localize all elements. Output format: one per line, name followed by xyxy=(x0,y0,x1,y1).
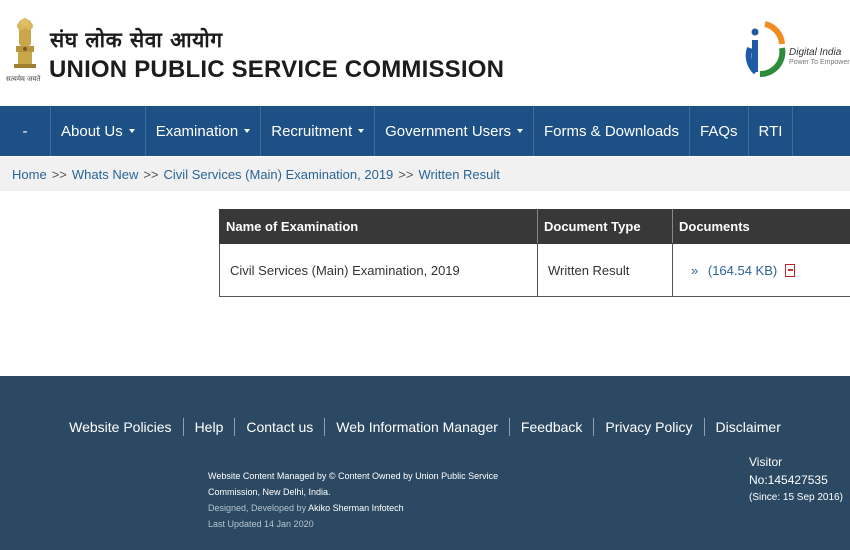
breadcrumb-current[interactable]: Written Result xyxy=(418,167,499,182)
site-title-english: UNION PUBLIC SERVICE COMMISSION xyxy=(49,56,505,83)
breadcrumb-home[interactable]: Home xyxy=(12,167,47,182)
designed-by-line: Designed, Developed by Akiko Sherman Inf… xyxy=(208,500,538,516)
designed-by-prefix: Designed, Developed by xyxy=(208,503,307,513)
nav-faqs[interactable]: FAQs xyxy=(690,106,749,156)
visitor-count: No:145427535 xyxy=(749,473,828,487)
column-header-type: Document Type xyxy=(537,209,673,244)
visitor-label: Visitor xyxy=(749,455,783,469)
nav-recruitment[interactable]: Recruitment xyxy=(261,106,376,156)
nav-label: Forms & Downloads xyxy=(543,122,680,140)
nav-label: Recruitment xyxy=(271,122,353,140)
breadcrumb: Home >> Whats New >> Civil Services (Mai… xyxy=(0,157,850,191)
footer-link-privacy-policy[interactable]: Privacy Policy xyxy=(594,418,705,436)
digital-india-tagline: Power To Empower xyxy=(789,59,850,66)
caret-down-icon xyxy=(516,129,523,133)
caret-down-icon xyxy=(244,129,251,133)
designed-by-company: Akiko Sherman Infotech xyxy=(308,503,404,513)
digital-india-logo-icon[interactable] xyxy=(744,18,786,80)
documents-table: Name of Examination Document Type Docume… xyxy=(219,209,850,297)
visitor-since: (Since: 15 Sep 2016) xyxy=(749,492,843,503)
nav-home[interactable]: - xyxy=(0,106,51,156)
emblem-caption: सत्यमेव जयते xyxy=(6,75,41,83)
nav-examination[interactable]: Examination xyxy=(146,106,262,156)
footer-link-feedback[interactable]: Feedback xyxy=(510,418,595,436)
document-type-cell: Written Result xyxy=(537,243,673,297)
pdf-icon[interactable] xyxy=(784,263,795,277)
column-header-name: Name of Examination xyxy=(219,209,538,244)
document-cell: » (164.54 KB) xyxy=(672,243,850,297)
breadcrumb-separator: >> xyxy=(398,166,414,182)
column-header-documents: Documents xyxy=(672,209,850,244)
nav-rti[interactable]: RTI xyxy=(749,106,794,156)
footer-link-web-information-manager[interactable]: Web Information Manager xyxy=(325,418,510,436)
footer-link-help[interactable]: Help xyxy=(184,418,236,436)
nav-label: About Us xyxy=(61,122,123,140)
footer-info: Website Content Managed by © Content Own… xyxy=(208,468,538,532)
breadcrumb-whats-new[interactable]: Whats New xyxy=(72,167,138,182)
nav-forms-downloads[interactable]: Forms & Downloads xyxy=(534,106,691,156)
table-row: Civil Services (Main) Examination, 2019 … xyxy=(219,243,850,297)
nav-home-label: - xyxy=(22,122,28,140)
nav-label: FAQs xyxy=(700,122,738,140)
bullet-icon: » xyxy=(691,262,699,278)
nav-about-us[interactable]: About Us xyxy=(51,106,146,156)
nav-government-users[interactable]: Government Users xyxy=(375,106,534,156)
visitor-counter: Visitor No:145427535 (Since: 15 Sep 2016… xyxy=(749,453,849,507)
caret-down-icon xyxy=(128,129,135,133)
last-updated-text: Last Updated 14 Jan 2020 xyxy=(208,519,314,529)
national-emblem-icon xyxy=(14,18,36,68)
breadcrumb-separator: >> xyxy=(143,166,159,182)
site-footer: Website Policies Help Contact us Web Inf… xyxy=(0,376,850,550)
site-header: सत्यमेव जयते संघ लोक सेवा आयोग UNION PUB… xyxy=(0,0,850,106)
main-nav: - About Us Examination Recruitment Gover… xyxy=(0,106,850,156)
footer-links: Website Policies Help Contact us Web Inf… xyxy=(0,418,850,436)
breadcrumb-exam[interactable]: Civil Services (Main) Examination, 2019 xyxy=(164,167,394,182)
footer-link-website-policies[interactable]: Website Policies xyxy=(58,418,184,436)
table-header-row: Name of Examination Document Type Docume… xyxy=(219,209,850,244)
footer-link-contact-us[interactable]: Contact us xyxy=(235,418,326,436)
breadcrumb-separator: >> xyxy=(51,166,67,182)
document-download-link[interactable]: (164.54 KB) xyxy=(708,263,777,278)
site-title-hindi: संघ लोक सेवा आयोग xyxy=(50,28,223,52)
footer-link-disclaimer[interactable]: Disclaimer xyxy=(705,418,792,436)
caret-down-icon xyxy=(358,129,365,133)
nav-label: Government Users xyxy=(385,122,511,140)
content-managed-text: Website Content Managed by © Content Own… xyxy=(208,471,499,497)
exam-name-cell: Civil Services (Main) Examination, 2019 xyxy=(219,243,538,297)
nav-label: Examination xyxy=(155,122,239,140)
nav-label: RTI xyxy=(758,122,783,140)
digital-india-name: Digital India xyxy=(789,47,842,58)
